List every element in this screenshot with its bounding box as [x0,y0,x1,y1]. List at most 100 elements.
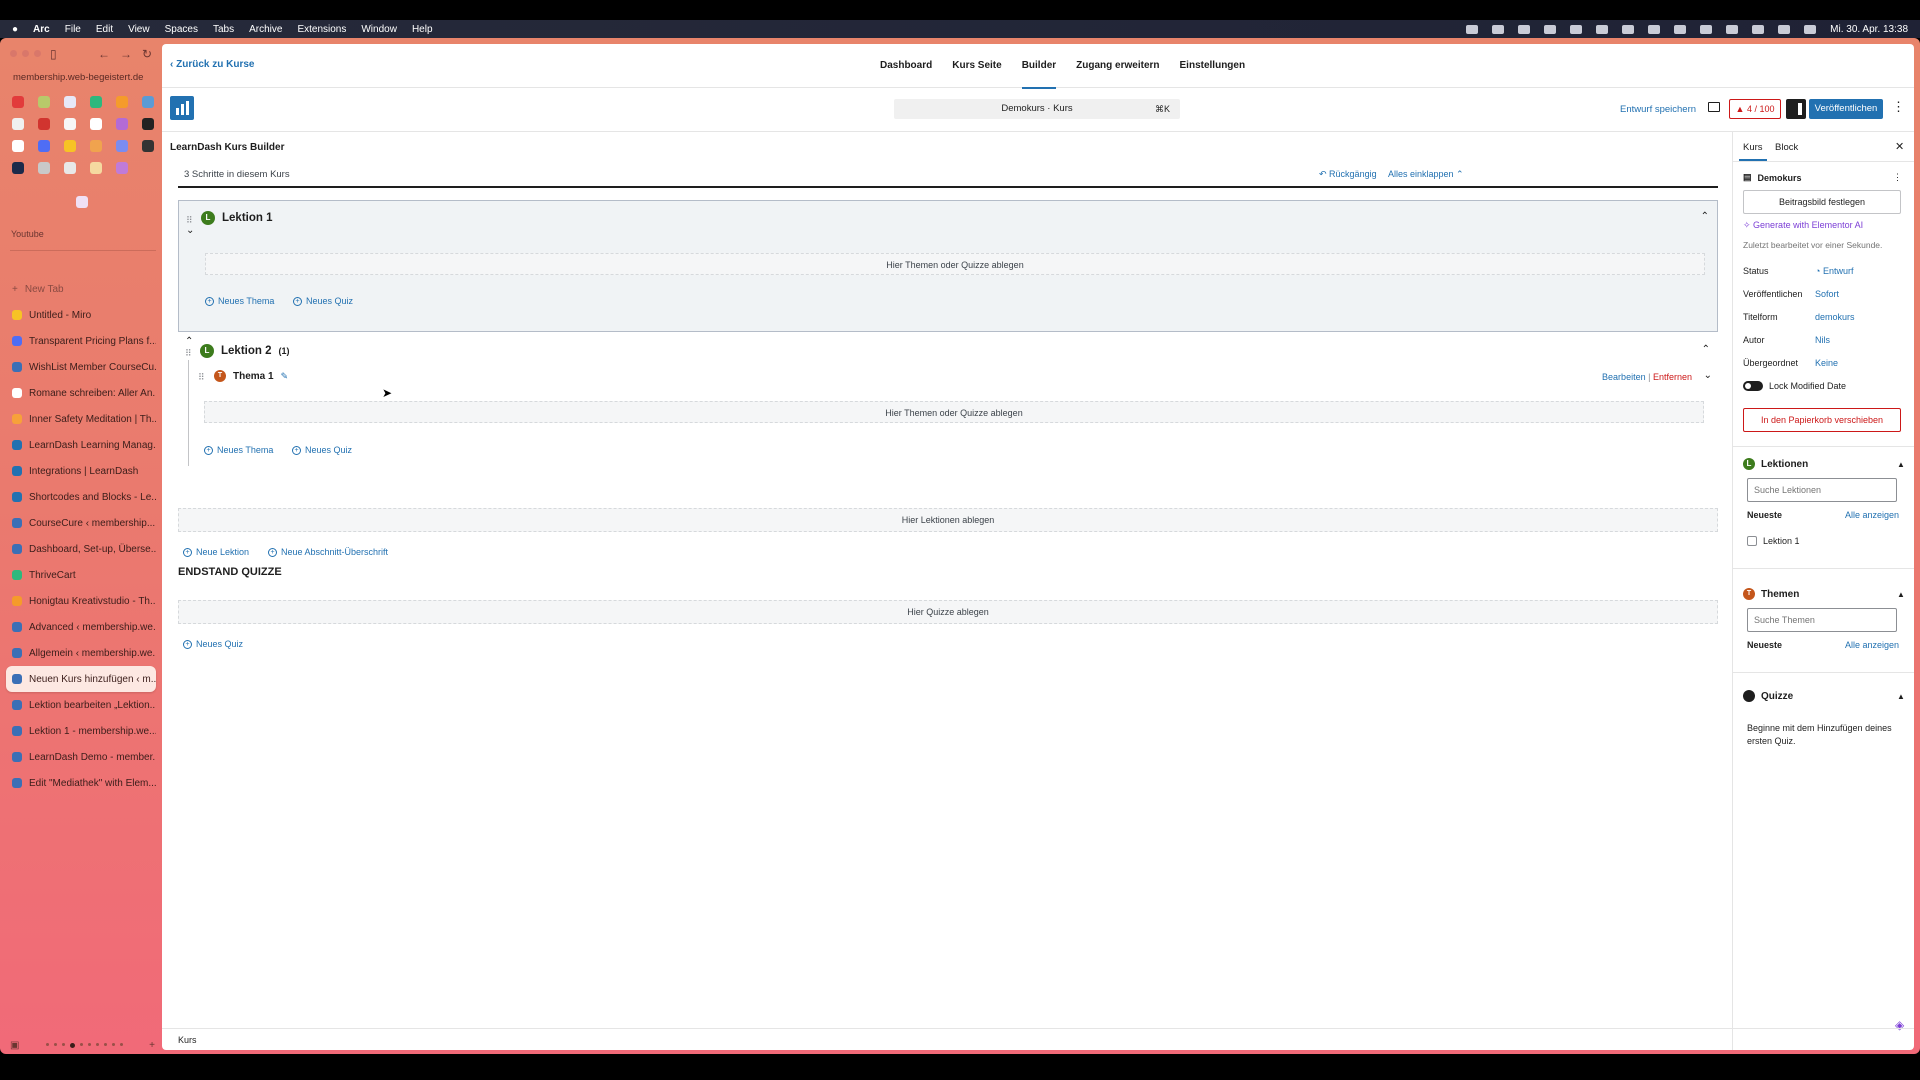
sidebar-tab[interactable]: Edit "Mediathek" with Elem... [6,770,156,796]
topic-dropzone[interactable]: Hier Themen oder Quizze ablegen [204,401,1704,423]
favorite-icon[interactable] [142,118,154,130]
control-center-icon[interactable] [1804,24,1817,34]
topics-section-header[interactable]: T Themen [1743,588,1799,600]
favorite-icon[interactable] [38,162,50,174]
menu-file[interactable]: File [65,24,81,35]
topic-title[interactable]: Thema 1 [233,371,274,382]
reload-icon[interactable]: ↻ [142,47,152,61]
camera-icon[interactable] [1492,24,1505,34]
sidebar-tab[interactable]: CourseCure ‹ membership... [6,510,156,536]
undo-button[interactable]: ↶ Rückgängig [1319,169,1377,180]
options-menu-icon[interactable]: ⋮ [1892,99,1905,115]
menu-archive[interactable]: Archive [249,24,282,35]
tab-block[interactable]: Block [1775,142,1798,153]
favorite-icon[interactable] [116,118,128,130]
lock-modified-toggle[interactable] [1743,381,1763,391]
favorite-icon[interactable] [64,118,76,130]
save-draft-button[interactable]: Entwurf speichern [1620,104,1696,115]
menu-help[interactable]: Help [412,24,433,35]
sidebar-tab[interactable]: Romane schreiben: Aller An... [6,380,156,406]
chevron-up-icon[interactable]: ▲ [1897,590,1905,599]
app-icon[interactable] [1570,24,1583,34]
favorite-icon[interactable] [90,118,102,130]
sidebar-tab[interactable]: Dashboard, Set-up, Überse... [6,536,156,562]
back-to-courses-link[interactable]: ‹ Zurück zu Kurse [170,59,254,70]
space-switcher[interactable] [25,1043,143,1048]
new-quiz-link[interactable]: + Neues Quiz [292,445,352,455]
checkbox[interactable] [1747,536,1757,546]
topic-dropzone[interactable]: Hier Themen oder Quizze ablegen [205,253,1705,275]
favorite-icon[interactable] [12,162,24,174]
favorite-icon[interactable] [90,140,102,152]
new-topic-link[interactable]: + Neues Thema [204,445,273,455]
kebab-menu-icon[interactable]: ⋮ [1893,172,1902,183]
v-icon[interactable] [1622,24,1635,34]
battery-icon[interactable] [1726,24,1739,34]
favorite-icon[interactable] [38,96,50,108]
sidebar-tab[interactable]: Lektion bearbeiten „Lektion... [6,692,156,718]
sidebar-tab[interactable]: Untitled - Miro [6,302,156,328]
generate-ai-link[interactable]: ✧ Generate with Elementor AI [1743,220,1863,231]
menu-view[interactable]: View [128,24,150,35]
tab-course-page[interactable]: Kurs Seite [942,44,1011,88]
tree-icon[interactable] [1518,24,1531,34]
publish-button[interactable]: Veröffentlichen [1809,99,1883,119]
pencil-icon[interactable]: ✎ [281,371,289,382]
edit-topic-link[interactable]: Bearbeiten [1602,372,1646,382]
new-tab-button[interactable]: + New Tab [6,276,156,302]
sidebar-tab[interactable]: Neuen Kurs hinzufügen ‹ m... [6,666,156,692]
chevron-up-icon[interactable]: ⌃ [1702,344,1710,355]
lessons-section-header[interactable]: L Lektionen [1743,458,1808,470]
lesson-card[interactable]: ⠿ ⌄ L Lektion 1 ⌃ Hier Themen oder Quizz… [178,200,1718,332]
drag-handle-icon[interactable]: ⠿ [198,372,205,383]
settings-sidebar-icon[interactable] [1786,99,1806,119]
sidebar-toggle-icon[interactable]: ▯ [50,47,57,61]
add-space-icon[interactable]: + [149,1040,155,1051]
sidebar-tab[interactable]: Inner Safety Meditation | Th... [6,406,156,432]
tab-extend-access[interactable]: Zugang erweitern [1066,44,1169,88]
menu-tabs[interactable]: Tabs [213,24,234,35]
favorite-icon[interactable] [90,96,102,108]
sidebar-tab[interactable]: Shortcodes and Blocks - Le... [6,484,156,510]
clock-icon[interactable] [1700,24,1713,34]
lesson-list-item[interactable]: Lektion 1 [1747,536,1800,546]
apple-icon[interactable]: ● [12,24,18,35]
new-quiz-link[interactable]: + Neues Quiz [293,296,353,306]
command-palette[interactable]: Demokurs · Kurs ⌘K [894,99,1180,119]
wifi-icon[interactable] [1752,24,1765,34]
tab-builder[interactable]: Builder [1012,44,1066,89]
lesson-title[interactable]: Lektion 1 [222,212,272,224]
lesson-dropzone[interactable]: Hier Lektionen ablegen [178,508,1718,532]
collapse-all-button[interactable]: Alles einklappen ⌃ [1388,169,1464,180]
forward-arrow-icon[interactable]: → [120,47,132,61]
sidebar-tab[interactable]: Honigtau Kreativstudio - Th... [6,588,156,614]
tab-dashboard[interactable]: Dashboard [870,44,942,88]
publish-value[interactable]: Sofort [1815,289,1839,299]
new-topic-link[interactable]: + Neues Thema [205,296,274,306]
learndash-logo-icon[interactable] [170,96,194,120]
preview-icon[interactable] [1708,102,1720,112]
favorite-icon[interactable] [76,196,88,208]
menu-spaces[interactable]: Spaces [165,24,198,35]
chevron-up-icon[interactable]: ⌃ [185,336,193,347]
tab-course[interactable]: Kurs [1739,142,1767,161]
favorite-icon[interactable] [116,140,128,152]
move-to-trash-button[interactable]: In den Papierkorb verschieben [1743,408,1901,432]
chevron-down-icon[interactable]: ⌄ [1704,370,1712,381]
menu-window[interactable]: Window [361,24,397,35]
calendar-icon[interactable] [1648,24,1661,34]
elementor-counter-button[interactable]: ▲ 4 / 100 [1729,99,1781,119]
status-value[interactable]: ◔ Entwurf [1815,266,1853,276]
close-icon[interactable]: ✕ [1895,140,1904,153]
sidebar-tab[interactable]: Advanced ‹ membership.we... [6,614,156,640]
window-controls[interactable] [10,50,41,57]
sidebar-folder[interactable]: Youtube [11,229,44,239]
favorite-icon[interactable] [12,140,24,152]
chevron-up-icon[interactable]: ▲ [1897,692,1905,701]
chevron-down-icon[interactable]: ⌄ [186,225,194,236]
favorite-icon[interactable] [64,140,76,152]
favorite-icon[interactable] [116,162,128,174]
favorite-icon[interactable] [38,140,50,152]
menu-app-name[interactable]: Arc [33,24,50,35]
favorite-icon[interactable] [12,96,24,108]
